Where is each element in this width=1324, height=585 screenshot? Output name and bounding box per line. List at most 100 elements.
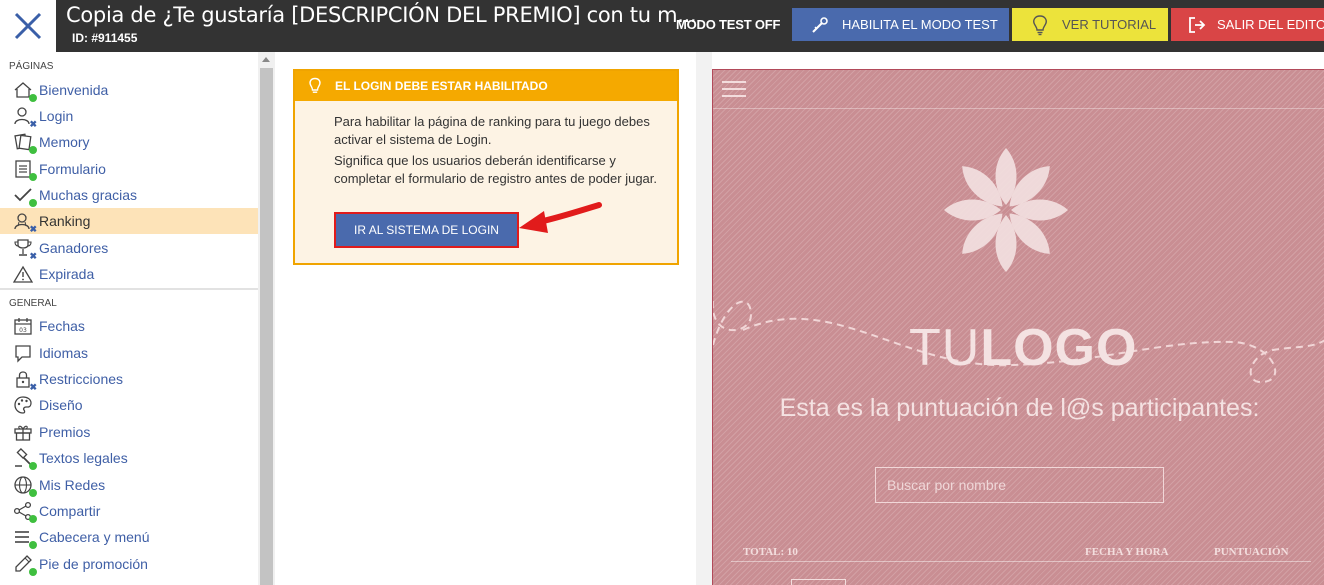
check-icon — [12, 184, 37, 207]
logo-bold-text: LOGO — [980, 319, 1138, 377]
sidebar-item-pie-promocion[interactable]: Pie de promoción — [0, 551, 258, 577]
home-icon — [12, 79, 37, 102]
warning-icon — [12, 263, 34, 285]
cards-icon — [12, 131, 37, 154]
status-ok-indicator — [29, 173, 37, 181]
enable-test-mode-button[interactable]: HABILITA EL MODO TEST — [792, 8, 1009, 41]
preview-header-divider — [713, 108, 1324, 109]
globe-icon — [12, 474, 37, 497]
share-icon — [12, 500, 37, 523]
status-ok-indicator — [29, 199, 37, 207]
sidebar-item-fechas[interactable]: 03 Fechas — [0, 313, 258, 339]
sidebar-item-expirada[interactable]: Expirada — [0, 261, 258, 287]
palette-icon — [12, 394, 34, 416]
trophy-icon: ✖ — [12, 237, 37, 261]
status-ok-indicator — [29, 489, 37, 497]
logo-text: TULOGO — [909, 318, 1137, 378]
sidebar: PÁGINAS Bienvenida ✖ Login Memory Formul… — [0, 52, 275, 585]
close-icon — [14, 12, 42, 40]
sidebar-item-login[interactable]: ✖ Login — [0, 103, 258, 129]
search-input[interactable] — [875, 467, 1164, 503]
sidebar-item-label: Muchas gracias — [39, 187, 138, 203]
lock-icon: ✖ — [12, 368, 37, 392]
sidebar-item-label: Restricciones — [39, 371, 124, 387]
scroll-up-icon[interactable] — [262, 57, 270, 62]
sidebar-item-label: Login — [39, 108, 74, 124]
status-disabled-indicator: ✖ — [29, 119, 37, 129]
status-disabled-indicator: ✖ — [29, 382, 37, 392]
status-disabled-indicator: ✖ — [29, 224, 37, 234]
ranking-preview: TULOGO Esta es la puntuación de l@s part… — [712, 69, 1324, 585]
notice-header: EL LOGIN DEBE ESTAR HABILITADO — [295, 71, 677, 101]
ranking-heading: Esta es la puntuación de l@s participant… — [779, 394, 1260, 422]
pen-icon — [12, 553, 37, 576]
sidebar-item-label: Fechas — [39, 318, 85, 334]
sidebar-item-label: Expirada — [39, 266, 95, 282]
sidebar-item-mis-redes[interactable]: Mis Redes — [0, 472, 258, 498]
status-ok-indicator — [29, 541, 37, 549]
svg-text:03: 03 — [19, 327, 27, 334]
menu-lines-icon — [12, 526, 37, 549]
exit-editor-button[interactable]: SALIR DEL EDITOR — [1171, 8, 1324, 41]
view-tutorial-label: VER TUTORIAL — [1062, 17, 1157, 32]
sidebar-item-label: Premios — [39, 424, 91, 440]
notice-paragraph: Significa que los usuarios deberán ident… — [334, 153, 658, 186]
sidebar-item-ranking[interactable]: ✖ Ranking — [0, 208, 258, 234]
sidebar-item-textos-legales[interactable]: Textos legales — [0, 445, 258, 471]
exit-editor-label: SALIR DEL EDITOR — [1217, 17, 1324, 32]
sidebar-item-label: Diseño — [39, 397, 83, 413]
close-editor-button[interactable] — [0, 0, 56, 52]
hamburger-menu-icon[interactable] — [722, 81, 746, 99]
login-required-notice: EL LOGIN DEBE ESTAR HABILITADO Para habi… — [293, 69, 679, 265]
test-mode-status: MODO TEST OFF — [676, 17, 781, 32]
ranking-user-icon: ✖ — [12, 210, 37, 234]
top-bar: Copia de ¿Te gustaría [DESCRIPCIÓN DEL P… — [0, 0, 1324, 52]
status-ok-indicator — [29, 462, 37, 470]
sidebar-item-label: Compartir — [39, 503, 101, 519]
status-disabled-indicator: ✖ — [29, 251, 37, 261]
settings-pane: EL LOGIN DEBE ESTAR HABILITADO Para habi… — [276, 52, 696, 585]
sidebar-item-idiomas[interactable]: Idiomas — [0, 340, 258, 366]
scrollbar-thumb[interactable] — [260, 68, 273, 585]
sidebar-item-label: Textos legales — [39, 450, 128, 466]
column-header-date: FECHA Y HORA — [1085, 546, 1169, 558]
flower-logo-icon — [944, 148, 1068, 272]
sidebar-item-bienvenida[interactable]: Bienvenida — [0, 77, 258, 103]
wand-icon — [808, 13, 832, 37]
lightbulb-icon — [307, 77, 323, 95]
sidebar-item-label: Idiomas — [39, 345, 89, 361]
sidebar-item-restricciones[interactable]: ✖ Restricciones — [0, 366, 258, 392]
sidebar-item-premios[interactable]: Premios — [0, 419, 258, 445]
pagination-box[interactable] — [791, 579, 846, 585]
table-header-divider — [731, 561, 1311, 562]
page-title: Copia de ¿Te gustaría [DESCRIPCIÓN DEL P… — [66, 3, 697, 27]
pane-gutter — [696, 52, 712, 585]
logo-light-text: TU — [909, 319, 981, 377]
sidebar-item-label: Cabecera y menú — [39, 529, 150, 545]
sidebar-item-diseno[interactable]: Diseño — [0, 392, 258, 418]
status-ok-indicator — [29, 94, 37, 102]
sidebar-item-label: Mis Redes — [39, 477, 106, 493]
go-to-login-button[interactable]: IR AL SISTEMA DE LOGIN — [334, 212, 519, 248]
sidebar-item-label: Pie de promoción — [39, 556, 148, 572]
sidebar-item-label: Bienvenida — [39, 82, 109, 98]
notice-title: EL LOGIN DEBE ESTAR HABILITADO — [335, 79, 548, 93]
sidebar-item-ganadores[interactable]: ✖ Ganadores — [0, 235, 258, 261]
sidebar-scrollbar[interactable] — [258, 52, 275, 585]
sidebar-item-compartir[interactable]: Compartir — [0, 498, 258, 524]
sidebar-item-muchas-gracias[interactable]: Muchas gracias — [0, 182, 258, 208]
sidebar-item-label: Ranking — [39, 213, 91, 229]
sidebar-item-label: Memory — [39, 134, 90, 150]
notice-paragraph: Para habilitar la página de ranking para… — [334, 114, 650, 147]
view-tutorial-button[interactable]: VER TUTORIAL — [1012, 8, 1168, 41]
calendar-icon: 03 — [12, 315, 34, 337]
enable-test-mode-label: HABILITA EL MODO TEST — [842, 17, 998, 32]
section-divider — [0, 288, 258, 290]
game-id: ID: #911455 — [72, 31, 138, 45]
section-title-general: GENERAL — [0, 298, 258, 309]
gift-icon — [12, 421, 34, 443]
sidebar-item-formulario[interactable]: Formulario — [0, 156, 258, 182]
sidebar-item-memory[interactable]: Memory — [0, 129, 258, 155]
sidebar-item-cabecera-menu[interactable]: Cabecera y menú — [0, 524, 258, 550]
notice-body: Para habilitar la página de ranking para… — [295, 101, 677, 188]
